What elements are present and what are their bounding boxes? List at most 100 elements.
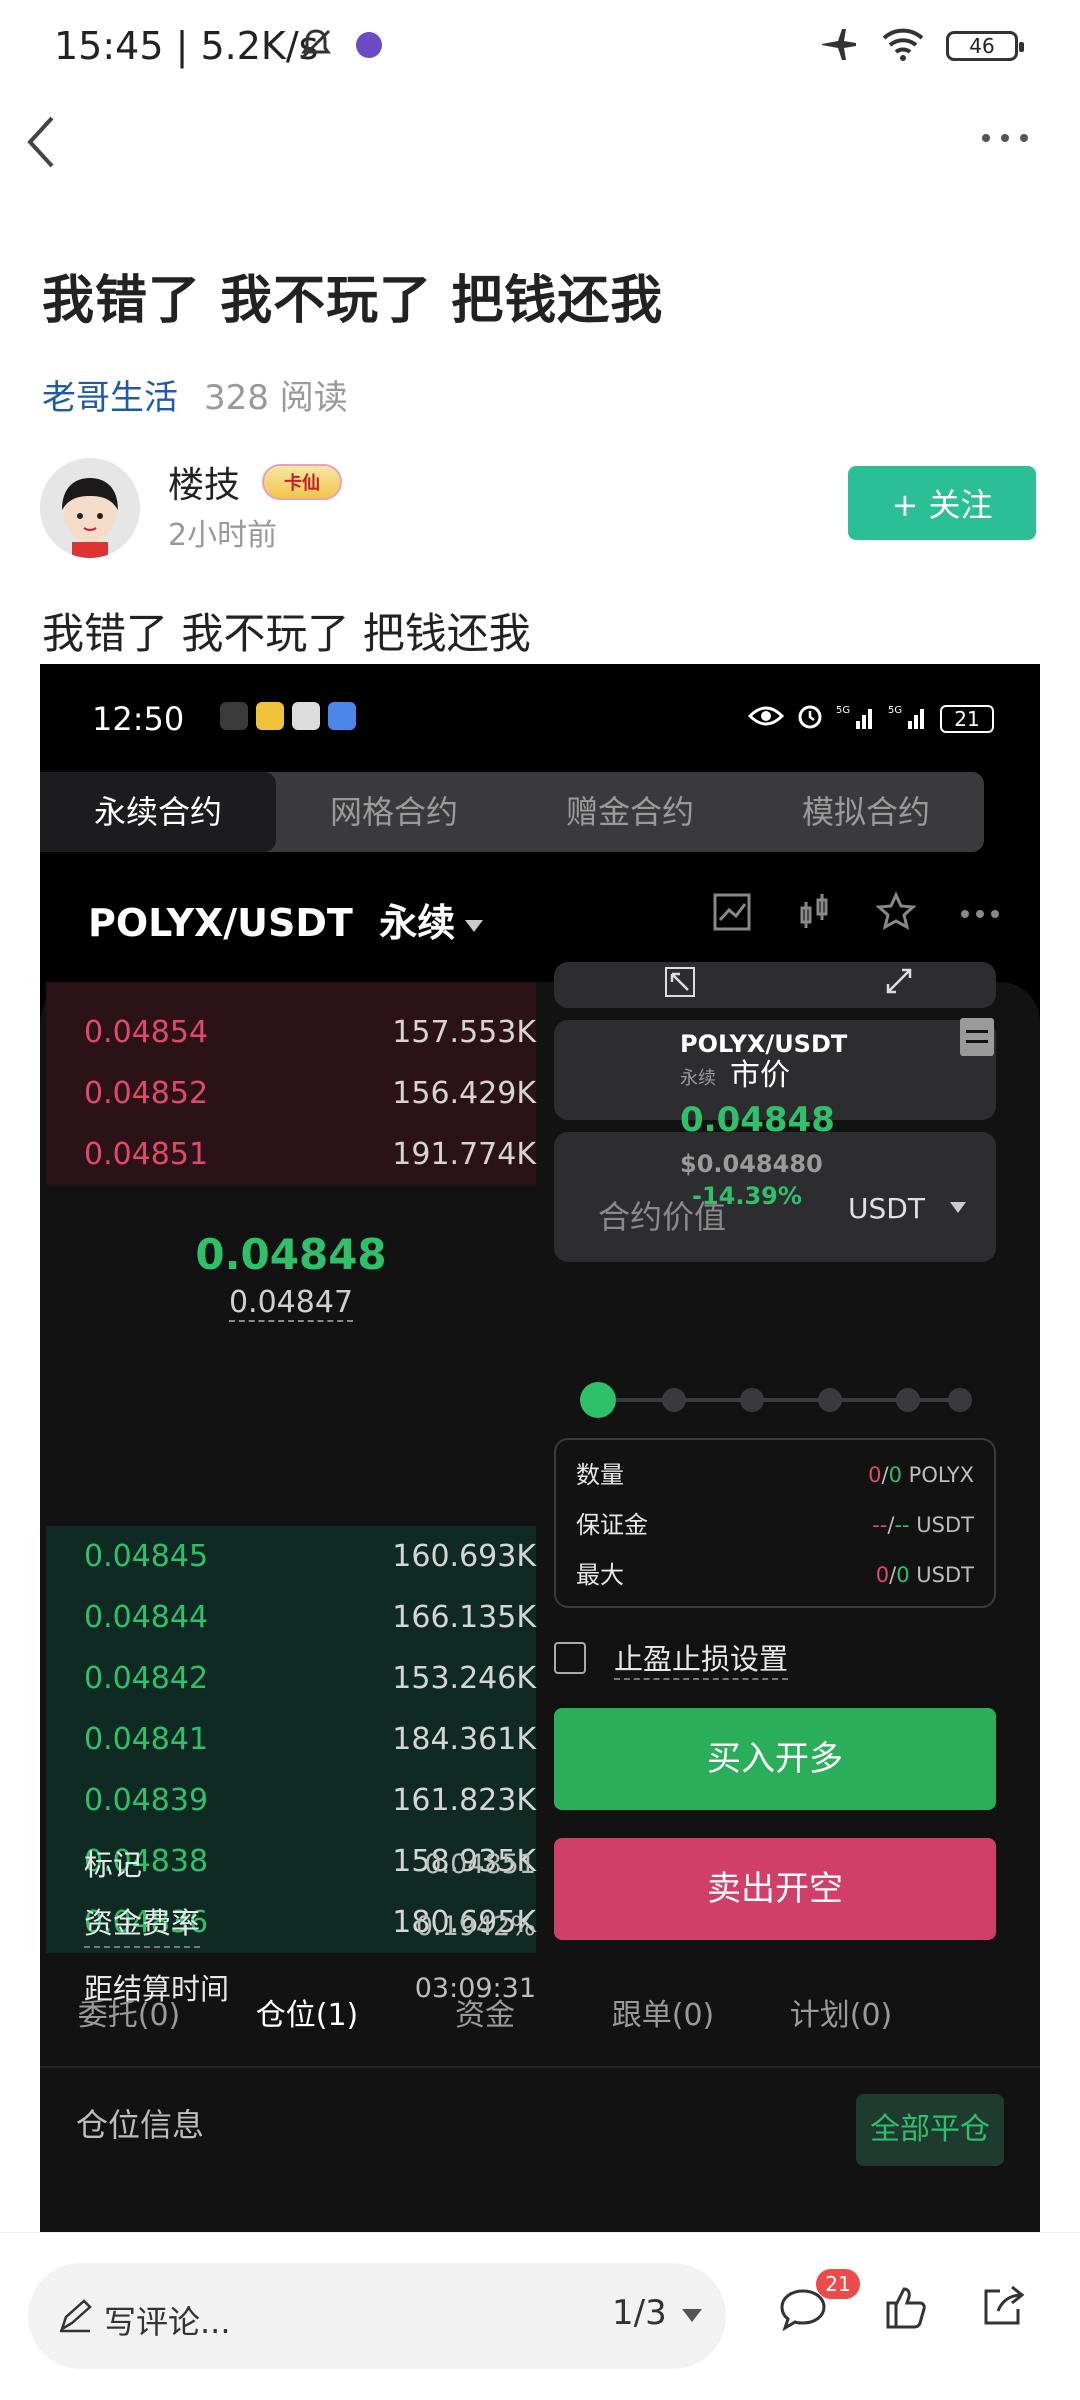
pair-header: POLYX/USDT 永续 [40,860,1040,970]
buy-long-button[interactable]: 买入开多 [554,1708,996,1810]
avatar[interactable] [40,458,140,558]
inner-status-time: 12:50 [92,700,185,738]
more-icon[interactable] [960,905,1000,924]
tab-copy-trading[interactable]: 跟单(0) [574,1990,752,2034]
order-book-asks: 0.04854 157.553K 0.04852 156.429K 0.04851 1… [46,982,536,1185]
slider-handle[interactable] [580,1382,616,1418]
tab-simulated[interactable]: 模拟合约 [748,772,984,852]
stat-label: 标记 [84,1848,143,1882]
bid-price: 0.04841 [84,1722,209,1757]
slider-stop[interactable] [948,1388,972,1412]
bid-row[interactable]: 0.04842 153.246K [46,1648,536,1709]
bid-price: 0.04839 [84,1783,209,1818]
bid-row[interactable]: 0.04845 160.693K [46,1526,536,1587]
contract-tabs: 永续合约 网格合约 赠金合约 模拟合约 [40,772,984,852]
inner-status-bar: 12:50 5G 5G 21 [40,664,1040,764]
vip-badge: 卡仙 [262,464,342,500]
bid-row[interactable]: 0.04841 184.361K [46,1709,536,1770]
ask-qty: 157.553K [392,1015,536,1050]
status-bar: 15:45 | 5.2K/s 46 [0,0,1080,100]
tab-perpetual[interactable]: 永续合约 [40,772,276,852]
candlestick-icon[interactable] [796,892,832,936]
svg-text:5G: 5G [836,705,850,716]
bid-qty: 166.135K [392,1600,536,1635]
info-label: 数量 [576,1461,624,1489]
pair-selector[interactable]: POLYX/USDT 永续 [88,892,484,947]
bid-row[interactable]: 0.04844 166.135K [46,1587,536,1648]
info-label: 保证金 [576,1511,648,1539]
back-button[interactable] [22,112,82,182]
tab-orders[interactable]: 委托(0) [40,1990,218,2034]
info-row: 数量 0/0 POLYX [576,1452,974,1498]
like-icon[interactable] [882,2283,930,2335]
post-time: 2小时前 [168,518,278,553]
more-options-button[interactable] [980,128,1040,168]
ask-row[interactable] [46,982,536,1002]
info-row: 保证金 --/-- USDT [576,1502,974,1548]
mute-icon [298,26,334,66]
embedded-screenshot[interactable]: 12:50 5G 5G 21 永续合约 网格合约 赠金合约 模拟合约 POLYX… [40,664,1040,2232]
caret-down-icon [950,1202,966,1213]
leverage-slider[interactable] [580,1380,972,1420]
follow-button[interactable]: + 关注 [848,466,1036,540]
ask-row[interactable]: 0.04852 156.429K [46,1063,536,1124]
status-time: 15:45 | 5.2K/s [54,24,319,68]
pencil-icon [58,2299,92,2337]
unit-selector[interactable]: USDT [848,1192,925,1225]
stat-label: 资金费率 [84,1900,201,1948]
app-notification-icon [356,32,382,58]
last-price: 0.04848 [195,1230,387,1279]
bid-qty: 160.693K [392,1539,536,1574]
tab-grid[interactable]: 网格合约 [276,772,512,852]
ask-price: 0.04854 [84,1015,209,1050]
stat-row[interactable]: 资金费率 0.1942% [46,1896,536,1958]
document-icon[interactable] [960,1018,994,1056]
order-type-selector[interactable] [554,962,996,1008]
expand-icon[interactable] [884,966,914,1000]
mini-ticker-price: 0.04848 [680,1100,835,1140]
tab-bonus[interactable]: 赠金合约 [512,772,748,852]
ask-row[interactable]: 0.04854 157.553K [46,1002,536,1063]
slider-stop[interactable] [818,1388,842,1412]
pair-toolbar [712,891,1000,936]
slider-stop[interactable] [740,1388,764,1412]
order-info-box: 数量 0/0 POLYX 保证金 --/-- USDT 最大 0/0 USDT [554,1438,996,1608]
caret-down-icon [682,2309,702,2322]
ask-qty: 191.774K [392,1137,536,1172]
battery-indicator: 46 [946,31,1024,61]
image-pager[interactable]: 1/3 [612,2293,667,2333]
pair-label: POLYX/USDT 永续 [88,901,456,945]
ask-row[interactable]: 0.04851 191.774K [46,1124,536,1185]
share-icon[interactable] [978,2283,1026,2335]
svg-text:5G: 5G [888,705,902,716]
tab-plans[interactable]: 计划(0) [752,1990,930,2034]
slider-stop[interactable] [896,1388,920,1412]
position-info-title: 仓位信息 [76,2106,205,2144]
collapse-icon[interactable] [664,966,696,1002]
tpsl-checkbox[interactable] [554,1642,586,1674]
ask-price: 0.04851 [84,1137,209,1172]
tab-positions[interactable]: 仓位(1) [218,1990,396,2034]
slider-stop[interactable] [662,1388,686,1412]
bid-qty: 161.823K [392,1783,536,1818]
line-chart-icon[interactable] [712,892,752,936]
close-all-button[interactable]: 全部平仓 [856,2094,1004,2166]
bid-qty: 153.246K [392,1661,536,1696]
tpsl-toggle[interactable]: 止盈止损设置 [554,1636,789,1680]
mid-price: 0.04848 0.04847 [46,1230,536,1322]
info-label: 最大 [576,1561,624,1589]
info-value: --/-- USDT [872,1513,974,1537]
author-name[interactable]: 楼技 [168,456,240,508]
star-icon[interactable] [875,891,917,936]
mini-ticker-usd: $0.048480 [680,1150,823,1178]
info-value: 0/0 POLYX [868,1463,974,1487]
sell-short-button[interactable]: 卖出开空 [554,1838,996,1940]
channel-link[interactable]: 老哥生活 [42,370,178,419]
bid-row[interactable]: 0.04839 161.823K [46,1770,536,1831]
article-body: 我错了 我不玩了 把钱还我 [42,609,531,658]
inner-battery-indicator: 21 [940,704,994,733]
comment-input[interactable]: 写评论... 1/3 [28,2263,726,2369]
app-icon [328,702,356,730]
tab-funds[interactable]: 资金 [396,1990,574,2034]
info-row: 最大 0/0 USDT [576,1552,974,1598]
